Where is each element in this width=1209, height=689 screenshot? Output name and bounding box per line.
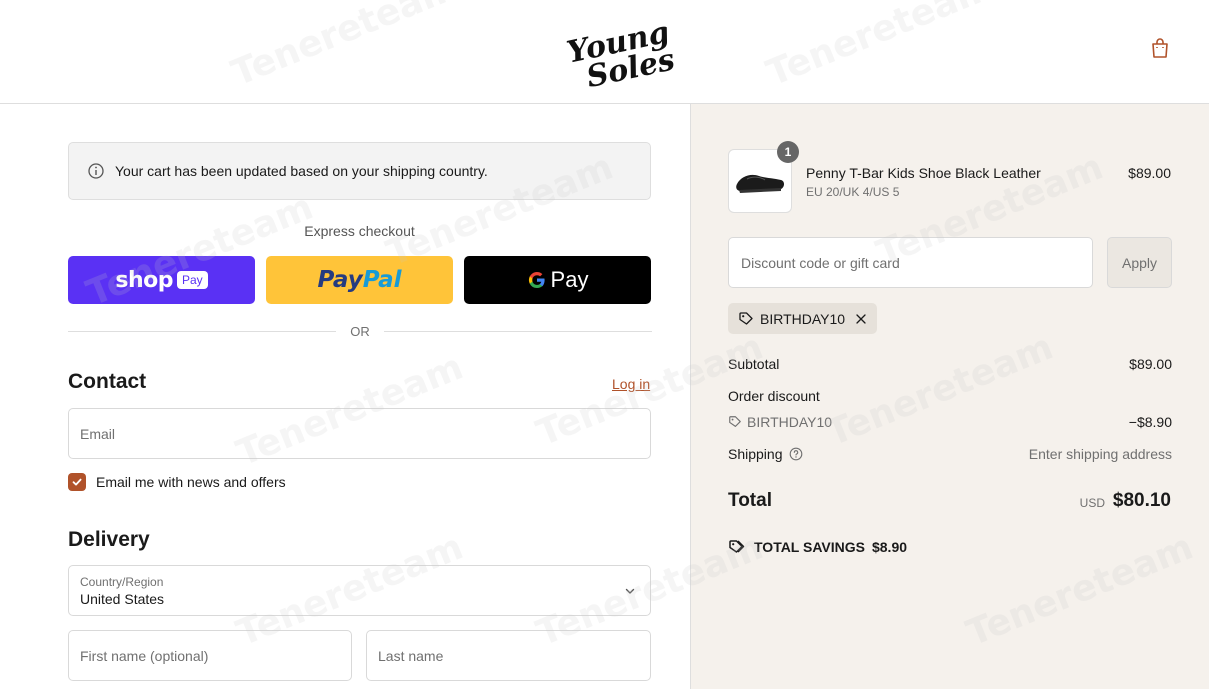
total-currency: USD [1079,496,1105,510]
notice-text: Your cart has been updated based on your… [115,163,488,179]
google-pay-wordmark: Pay [527,267,588,293]
order-discount-label: Order discount [728,388,820,404]
shipping-value: Enter shipping address [1028,446,1172,462]
shop-pay-badge: Pay [176,271,208,289]
delivery-heading: Delivery [68,528,150,551]
quantity-badge: 1 [777,141,799,163]
shoe-image [736,174,784,193]
last-name-placeholder: Last name [378,647,444,664]
young-soles-logo[interactable]: Young Soles [560,12,680,88]
checkmark-icon [72,478,82,486]
cart-updated-notice: Your cart has been updated based on your… [68,142,651,200]
shop-pay-button[interactable]: shop Pay [68,256,255,304]
country-value: United States [80,590,165,607]
express-checkout-label: Express checkout [304,223,415,239]
email-placeholder: Email [80,425,116,442]
apply-button[interactable]: Apply [1107,237,1172,288]
newsletter-checkbox[interactable] [68,473,86,491]
subtotal-label: Subtotal [728,356,780,372]
first-name-placeholder: First name (optional) [80,647,209,664]
or-divider-label: OR [350,324,370,339]
discount-code-label: BIRTHDAY10 [747,414,833,430]
total-savings: TOTAL SAVINGS $8.90 [728,538,907,556]
country-select[interactable]: Country/Region United States [68,565,651,616]
discount-value: −$8.90 [1128,414,1172,430]
paypal-wordmark: PayPal [317,267,402,293]
tag-icon [729,416,741,427]
savings-value: $8.90 [871,539,908,555]
shopping-bag-icon[interactable] [1148,36,1172,60]
applied-discount-chip: BIRTHDAY10 [728,303,878,334]
shop-pay-wordmark: shop [115,267,173,293]
chevron-down-icon [625,588,635,594]
subtotal-value: $89.00 [1129,356,1172,372]
newsletter-option[interactable]: Email me with news and offers [68,473,286,491]
or-divider-right [384,331,652,332]
product-variant: EU 20/UK 4/US 5 [806,185,900,199]
checkout-form: Your cart has been updated based on your… [0,104,690,689]
applied-code-text: BIRTHDAY10 [760,310,846,327]
newsletter-label: Email me with news and offers [96,474,286,490]
product-name: Penny T-Bar Kids Shoe Black Leather [806,165,1041,181]
header: Young Soles [0,0,1209,104]
order-summary: 1 Penny T-Bar Kids Shoe Black Leather EU… [690,104,1209,689]
shipping-label: Shipping [728,446,783,462]
contact-heading: Contact [68,370,147,393]
email-field[interactable]: Email [68,408,651,459]
first-name-field[interactable]: First name (optional) [68,630,352,681]
total-label: Total [728,490,772,511]
help-icon[interactable] [789,447,803,461]
last-name-field[interactable]: Last name [366,630,651,681]
country-label: Country/Region [80,574,164,589]
google-pay-button[interactable]: Pay [464,256,651,304]
tag-icon [739,311,753,325]
login-link[interactable]: Log in [612,376,650,392]
paypal-button[interactable]: PayPal [266,256,453,304]
savings-label: TOTAL SAVINGS [754,539,865,555]
or-divider-left [68,331,336,332]
discount-placeholder: Discount code or gift card [741,254,900,271]
discount-code-field[interactable]: Discount code or gift card [728,237,1093,288]
google-g-icon [528,271,545,289]
total-value: $80.10 [1112,490,1171,511]
savings-tag-icon [729,540,745,553]
remove-code-icon[interactable] [855,313,867,325]
info-icon [88,163,104,179]
product-price: $89.00 [1128,165,1171,181]
